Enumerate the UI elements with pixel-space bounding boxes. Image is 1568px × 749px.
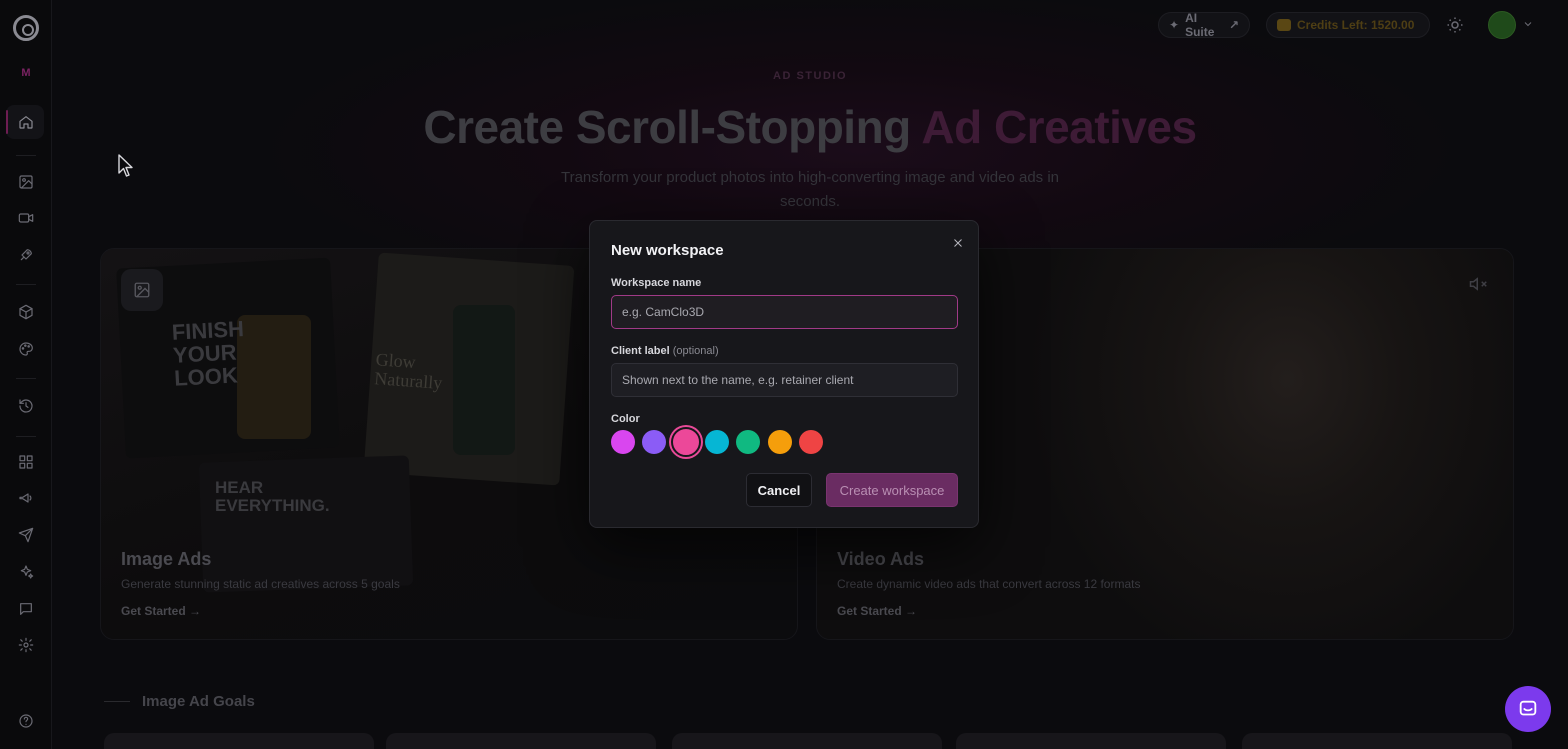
new-workspace-dialog: New workspace Workspace name Client labe… (589, 220, 979, 528)
sidebar-divider (16, 284, 36, 285)
ai-suite-button[interactable]: ✦ AI Suite ↗ (1158, 11, 1250, 39)
rocket-icon[interactable] (14, 243, 38, 267)
card-title: Video Ads (837, 549, 925, 569)
color-swatch[interactable] (670, 427, 701, 457)
arrow-right-icon: → (905, 604, 918, 618)
history-icon[interactable] (14, 394, 38, 418)
ad-photo-text: HEAR EVERYTHING. (215, 478, 330, 515)
settings-icon[interactable] (14, 633, 38, 657)
color-swatch[interactable] (704, 430, 729, 454)
image-badge (121, 269, 163, 311)
user-avatar[interactable] (1488, 11, 1516, 39)
color-swatch[interactable] (642, 430, 667, 454)
get-started-label: Get Started (837, 604, 902, 618)
dialog-title: New workspace (611, 242, 724, 259)
client-label-input[interactable] (611, 363, 958, 397)
get-started-label: Get Started (121, 604, 186, 618)
ad-photo-text: Glow Naturally (373, 349, 443, 393)
chevron-down-icon[interactable] (1522, 18, 1534, 30)
color-label: Color (611, 413, 640, 425)
palette-icon[interactable] (14, 337, 38, 361)
sidebar-divider (16, 155, 36, 156)
home-icon[interactable] (14, 110, 38, 134)
section-divider (104, 701, 130, 702)
video-icon[interactable] (14, 206, 38, 230)
ad-photo (198, 455, 414, 593)
sparkle-icon: ✦ (1169, 18, 1180, 32)
chat-icon (1519, 700, 1537, 716)
workspace-name-label: Workspace name (611, 277, 702, 289)
ad-photo-text: FINISH YOUR LOOK (171, 316, 245, 391)
image-icon[interactable] (14, 170, 38, 194)
mouse-cursor-icon (118, 154, 133, 177)
hero-title-accent: Ad Creatives (921, 101, 1197, 153)
card-description: Generate stunning static ad creatives ac… (121, 577, 400, 591)
perfume-bottle (237, 315, 311, 439)
sidebar: M (0, 0, 52, 749)
color-swatch[interactable] (798, 430, 823, 454)
arrow-right-icon: → (189, 604, 202, 618)
sidebar-active-indicator (6, 110, 8, 134)
optional-hint: (optional) (672, 345, 719, 357)
send-icon[interactable] (14, 523, 38, 547)
message-icon[interactable] (14, 597, 38, 621)
workspace-name-input[interactable] (611, 295, 958, 329)
image-icon (134, 282, 150, 298)
megaphone-icon[interactable] (14, 486, 38, 510)
box-icon[interactable] (14, 300, 38, 324)
color-swatch[interactable] (767, 430, 792, 454)
sidebar-divider (16, 378, 36, 379)
goal-card[interactable] (1242, 733, 1512, 749)
coins-icon (1277, 19, 1291, 31)
goal-card[interactable] (956, 733, 1226, 749)
create-workspace-button[interactable]: Create workspace (826, 473, 958, 507)
chat-support-button[interactable] (1505, 686, 1551, 732)
mute-icon[interactable] (1469, 275, 1487, 293)
serum-bottle (453, 305, 515, 455)
help-icon[interactable] (14, 709, 38, 733)
external-link-icon: ↗ (1228, 18, 1239, 32)
theme-toggle-sun-icon[interactable] (1446, 16, 1464, 34)
close-button[interactable] (950, 235, 966, 251)
color-swatch[interactable] (611, 430, 635, 454)
ai-suite-label: AI Suite (1185, 11, 1215, 39)
goal-card[interactable] (672, 733, 942, 749)
goal-card[interactable] (104, 733, 374, 749)
close-icon (954, 239, 962, 247)
hero-subtitle: Transform your product photos into high-… (560, 169, 1060, 210)
color-swatch[interactable] (736, 430, 761, 454)
hero-title-main: Create Scroll-Stopping (423, 101, 911, 153)
sidebar-divider (16, 436, 36, 437)
card-title: Image Ads (121, 549, 212, 569)
cancel-button[interactable]: Cancel (746, 473, 812, 507)
credits-label: Credits Left: 1520.00 (1297, 18, 1415, 32)
hero-tag: AD STUDIO (773, 70, 847, 82)
goal-card[interactable] (386, 733, 656, 749)
client-label-label: Client label (optional) (611, 345, 719, 357)
card-description: Create dynamic video ads that convert ac… (837, 577, 1141, 591)
get-started-link[interactable]: Get Started → (837, 604, 917, 618)
client-label-text: Client label (611, 345, 670, 357)
goals-section-title: Image Ad Goals (142, 693, 255, 710)
app-logo[interactable] (13, 15, 39, 41)
sparkle-icon[interactable] (14, 560, 38, 584)
grid-icon[interactable] (14, 450, 38, 474)
get-started-link[interactable]: Get Started → (121, 604, 201, 618)
hero-title: Create Scroll-Stopping Ad Creatives (52, 100, 1568, 154)
credits-badge[interactable]: Credits Left: 1520.00 (1266, 12, 1430, 38)
